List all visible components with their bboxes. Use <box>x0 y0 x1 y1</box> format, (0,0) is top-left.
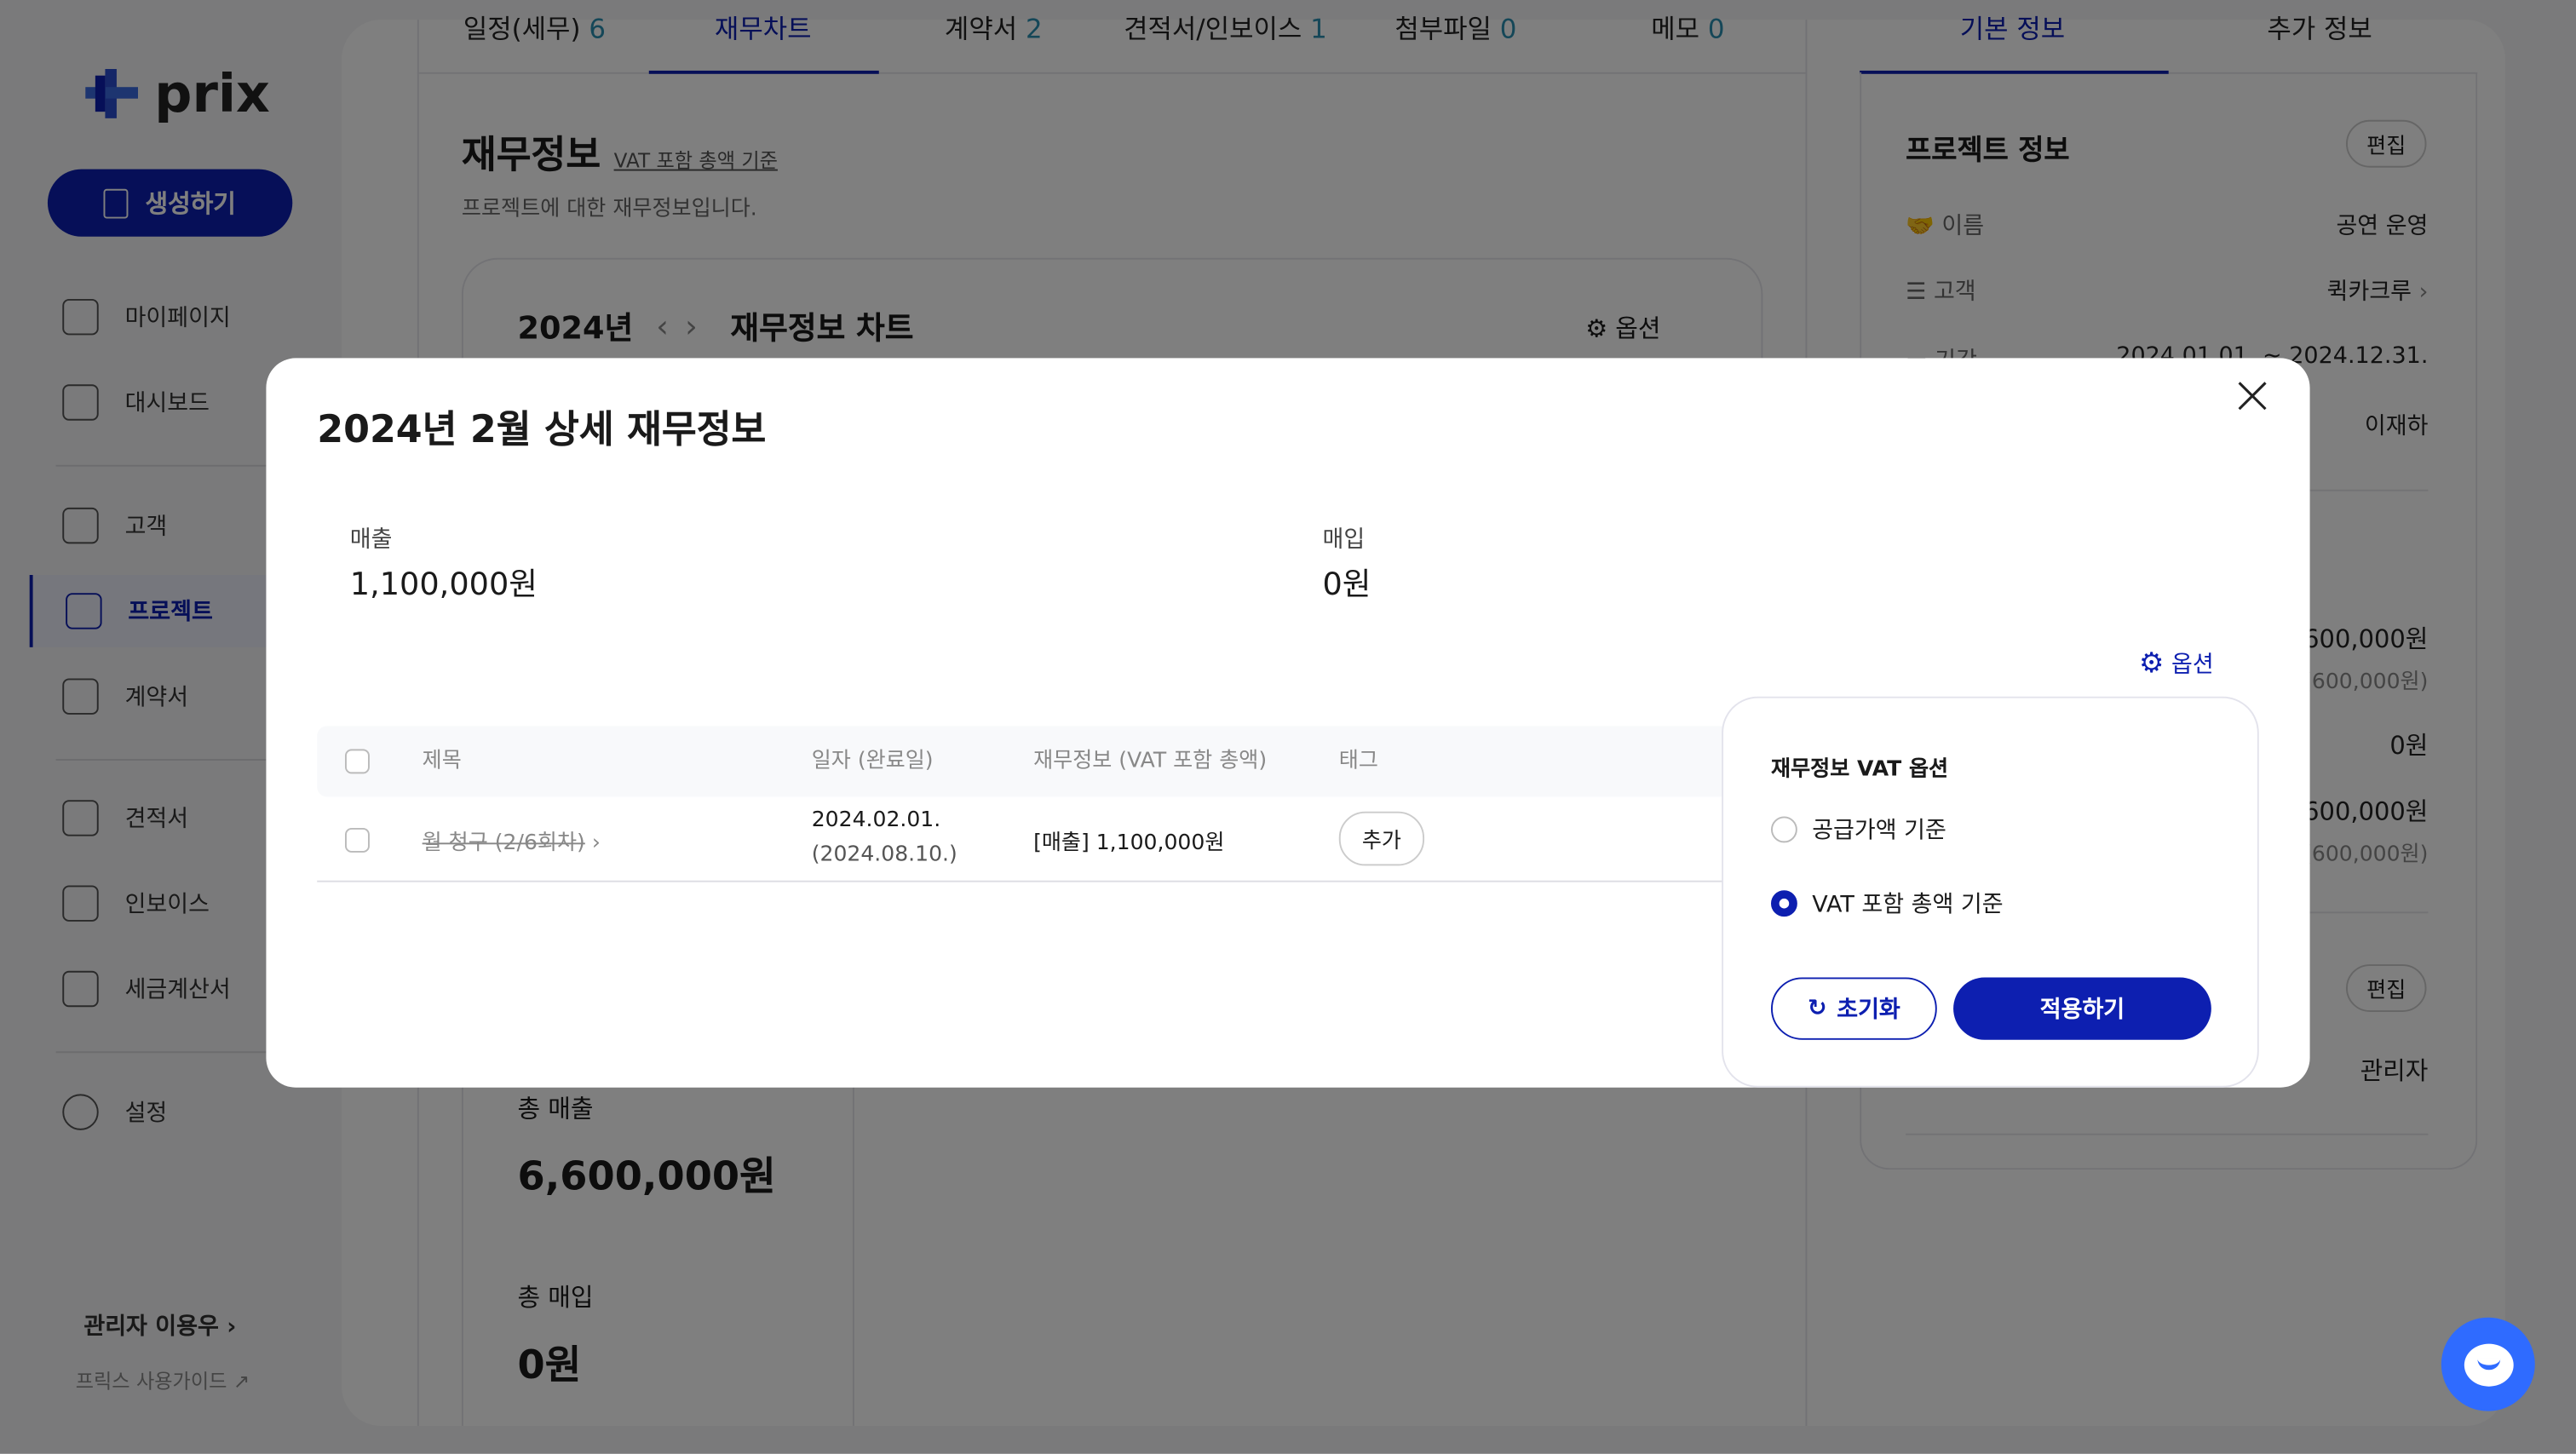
column-header-tag: 태그 <box>1338 749 1378 774</box>
row-title: 월 청구 (2/6회차) <box>422 830 585 856</box>
column-header-finance: 재무정보 (VAT 포함 총액) <box>1033 749 1268 774</box>
apply-button[interactable]: 적용하기 <box>1953 977 2211 1040</box>
radio-label: 공급가액 기준 <box>1812 818 1946 845</box>
popover-title: 재무정보 VAT 옵션 <box>1770 757 1949 782</box>
reset-label: 초기화 <box>1837 997 1900 1024</box>
chevron-right-icon: › <box>591 830 601 856</box>
options-button[interactable]: ⚙ 옵션 <box>2139 647 2214 681</box>
add-tag-button[interactable]: 추가 <box>1338 811 1425 866</box>
detail-table: 제목 일자 (완료일) 재무정보 (VAT 포함 총액) 태그 월 청구 (2/… <box>317 726 1730 883</box>
radio-label: VAT 포함 총액 기준 <box>1812 892 2004 919</box>
column-header-title: 제목 <box>422 749 462 774</box>
modal-title: 2024년 2월 상세 재무정보 <box>317 409 767 452</box>
vat-options-popover: 재무정보 VAT 옵션 공급가액 기준 VAT 포함 총액 기준 ↻ 초기화 적용… <box>1722 696 2259 1088</box>
radio-button <box>1770 816 1797 843</box>
row-finance: [매출] 1,100,000원 <box>1033 830 1225 856</box>
row-completed-date: (2024.08.10.) <box>811 842 957 868</box>
column-header-date: 일자 (완료일) <box>811 749 934 774</box>
radio-button <box>1770 890 1797 917</box>
close-button[interactable] <box>2234 378 2270 414</box>
chat-icon <box>2463 1342 2513 1386</box>
radio-vat-included[interactable]: VAT 포함 총액 기준 <box>1770 887 2004 920</box>
row-title-link[interactable]: 월 청구 (2/6회차) › <box>423 825 601 856</box>
row-checkbox[interactable] <box>344 827 370 853</box>
add-tag-label: 추가 <box>1361 829 1401 854</box>
close-icon <box>2238 382 2267 411</box>
finance-detail-modal: 2024년 2월 상세 재무정보 매출 1,100,000원 매입 0원 ⚙ 옵… <box>266 358 2310 1088</box>
gear-icon: ⚙ <box>2138 647 2165 681</box>
select-all-checkbox[interactable] <box>344 749 370 774</box>
refresh-icon: ↻ <box>1808 995 1827 1022</box>
row-date: 2024.02.01. <box>811 807 941 833</box>
purchase-label: 매입 <box>1322 527 1366 554</box>
options-label: 옵션 <box>2171 652 2214 679</box>
sales-value: 1,100,000원 <box>349 566 538 603</box>
purchase-value: 0원 <box>1322 566 1371 603</box>
apply-label: 적용하기 <box>2039 997 2125 1024</box>
chat-button[interactable] <box>2441 1317 2535 1411</box>
radio-supply-amount[interactable]: 공급가액 기준 <box>1770 813 1946 847</box>
sales-label: 매출 <box>349 527 393 554</box>
reset-button[interactable]: ↻ 초기화 <box>1770 977 1937 1040</box>
table-header <box>317 726 1730 797</box>
